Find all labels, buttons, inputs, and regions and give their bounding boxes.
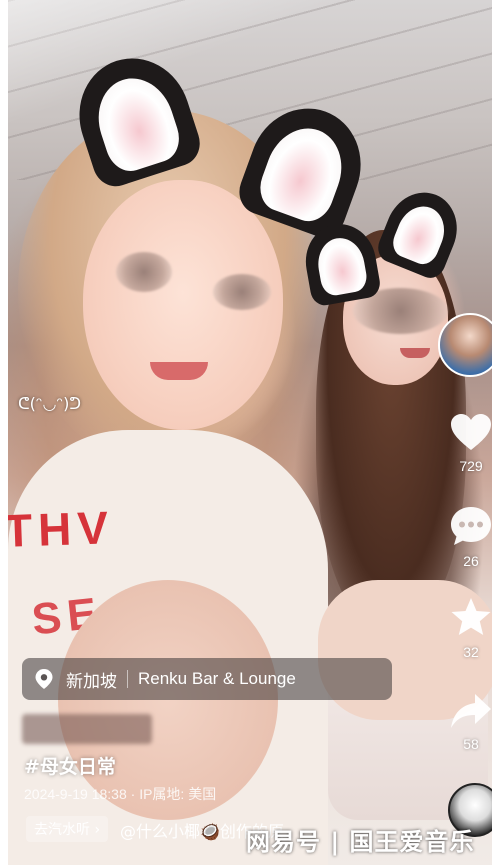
tshirt-print: THV: [8, 501, 115, 557]
like-button[interactable]: 729: [440, 412, 492, 474]
post-meta: 2024-9-19 18:38 · IP属地: 美国: [24, 786, 217, 802]
blurred-eye: [116, 252, 172, 292]
open-in-music-app-button[interactable]: 去汽水听 ›: [26, 816, 109, 842]
favorite-count: 32: [463, 644, 479, 660]
location-tag[interactable]: 新加坡 Renku Bar & Lounge: [22, 658, 392, 700]
share-count: 58: [463, 736, 479, 752]
star-icon: [440, 596, 492, 638]
heart-icon: [440, 412, 492, 452]
post-hashtag[interactable]: #母女日常: [24, 752, 116, 779]
lips-left: [150, 362, 208, 380]
like-count: 729: [459, 458, 483, 474]
location-pin-icon: [34, 668, 54, 690]
blurred-eye: [213, 274, 271, 310]
comment-icon: [440, 505, 492, 547]
comment-button[interactable]: 26: [440, 505, 492, 569]
location-divider: [127, 670, 128, 688]
share-arrow-icon: [440, 692, 492, 730]
comment-count: 26: [463, 553, 479, 569]
video-frame[interactable]: THV SE ᕦ(ᵔ◡ᵔ)ᕤ 729 26 32 58 新加坡 Renku Ba…: [8, 0, 492, 865]
author-name-blurred[interactable]: [22, 714, 152, 744]
watermark: 网易号 | 国王爱音乐: [246, 828, 475, 856]
emote-sticker: ᕦ(ᵔ◡ᵔ)ᕤ: [18, 394, 82, 413]
location-city: 新加坡: [66, 671, 117, 692]
favorite-button[interactable]: 32: [440, 596, 492, 660]
share-button[interactable]: 58: [440, 692, 492, 752]
location-place: Renku Bar & Lounge: [138, 669, 296, 688]
